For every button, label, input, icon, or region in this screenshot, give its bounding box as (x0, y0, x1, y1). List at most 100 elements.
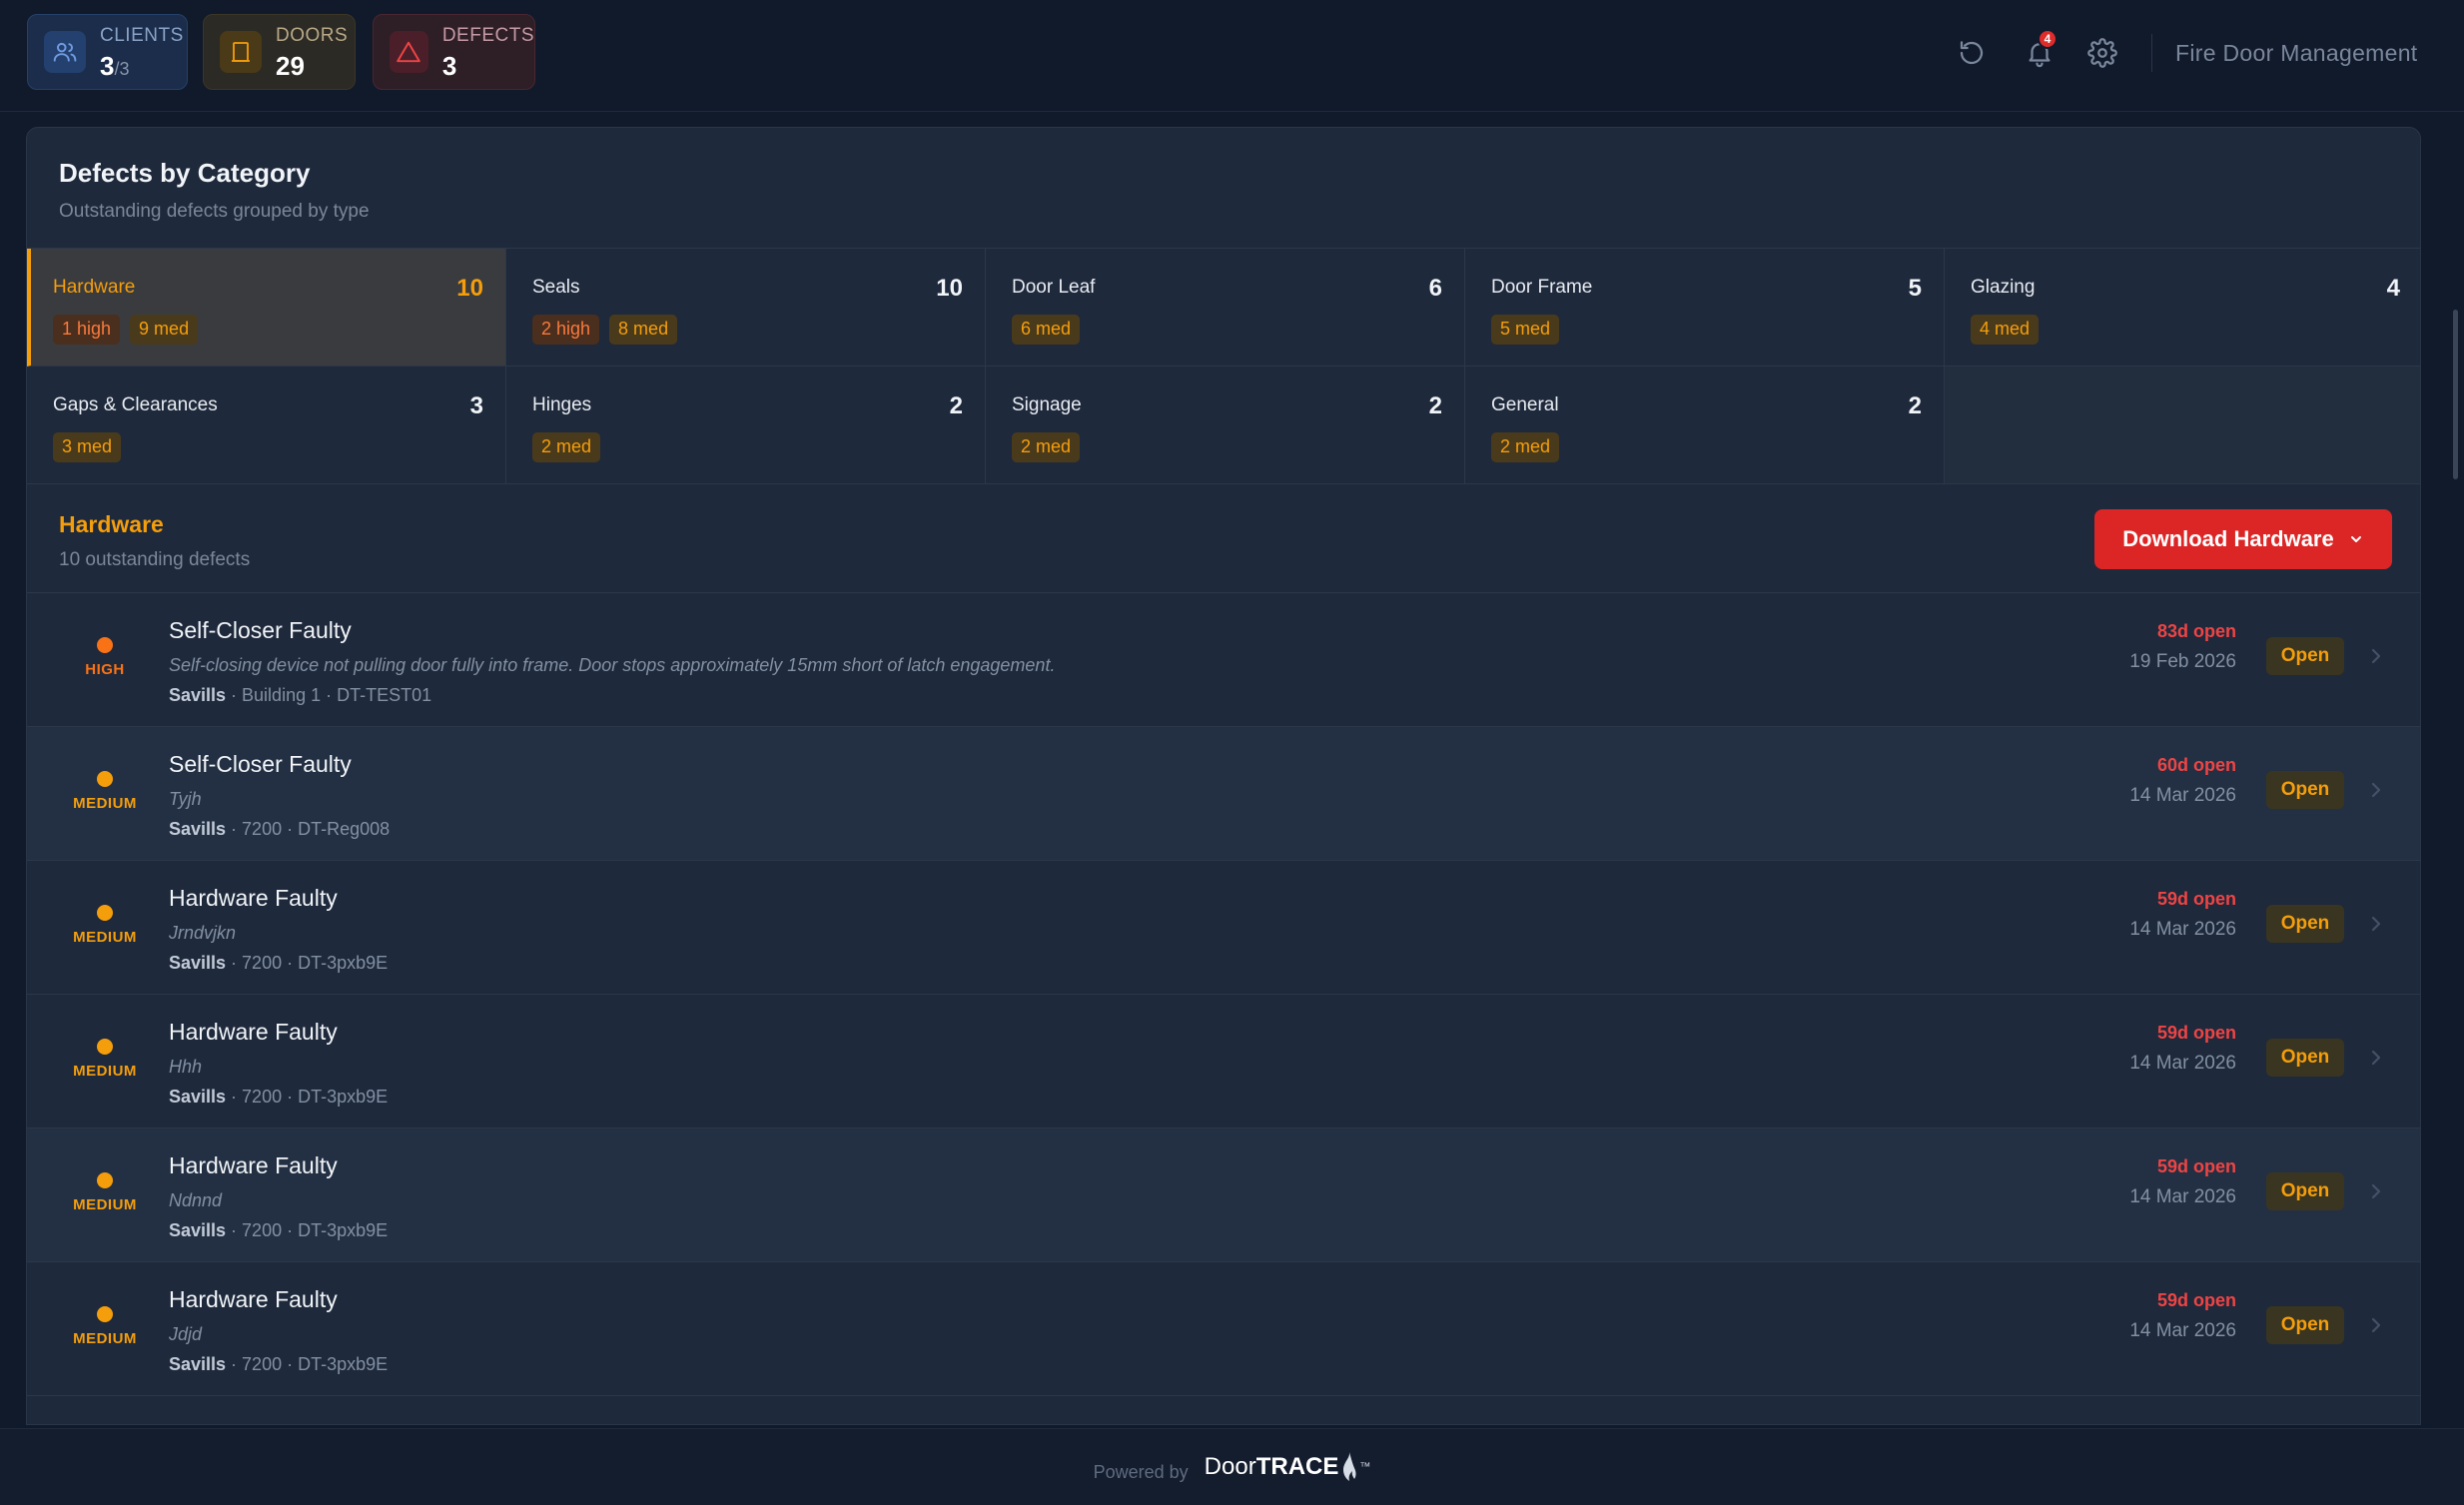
high-count-pill: 2 high (532, 315, 600, 345)
category-general[interactable]: General 2 2 med (1465, 367, 1945, 484)
panel-subtitle: Outstanding defects grouped by type (59, 201, 370, 222)
defect-row[interactable]: MEDIUM Self-Closer Faulty Tyjh Savills ·… (27, 727, 2420, 861)
defect-date: 19 Feb 2026 (2129, 651, 2236, 672)
medium-count-pill: 6 med (1012, 315, 1081, 345)
medium-count-pill: 2 med (1012, 432, 1081, 462)
medium-count-pill: 5 med (1491, 315, 1560, 345)
severity-indicator: MEDIUM (65, 771, 145, 812)
defect-date: 14 Mar 2026 (2129, 785, 2236, 806)
defect-description: Ndnnd (169, 1190, 223, 1210)
clients-stat[interactable]: CLIENTS 3/3 (27, 14, 188, 90)
defect-title: Hardware Faulty (169, 885, 338, 911)
category-count: 2 (1428, 392, 1442, 419)
doortrace-logo: Door TRACE ™ (1205, 1450, 1370, 1484)
status-badge: Open (2266, 1039, 2344, 1077)
section-title: Hardware (59, 511, 164, 537)
category-name: Signage (1012, 394, 1082, 415)
defect-row[interactable]: MEDIUM Hardware Faulty Jdjd Savills · 72… (27, 1262, 2420, 1396)
category-count: 6 (1428, 275, 1442, 302)
category-empty-cell (1945, 367, 2420, 484)
high-count-pill: 1 high (53, 315, 121, 345)
chevron-right-icon[interactable] (2366, 1312, 2386, 1338)
category-seals[interactable]: Seals 10 2 high 8 med (506, 249, 986, 367)
chevron-right-icon[interactable] (2366, 911, 2386, 937)
category-name: Hardware (53, 277, 136, 298)
clients-value: 3/3 (100, 50, 130, 81)
medium-count-pill: 9 med (130, 315, 199, 345)
users-icon (44, 31, 86, 73)
chevron-down-icon (2350, 536, 2361, 542)
category-glazing[interactable]: Glazing 4 4 med (1945, 249, 2420, 367)
defect-age: 60d open (2156, 755, 2236, 775)
category-hardware[interactable]: Hardware 10 1 high 9 med (27, 249, 506, 367)
gear-icon[interactable] (2082, 33, 2122, 73)
doors-label: DOORS (276, 24, 349, 46)
severity-indicator: MEDIUM (65, 1172, 145, 1213)
status-badge: Open (2266, 1172, 2344, 1210)
defect-location: Savills · 7200 · DT-Reg008 (169, 819, 391, 839)
panel-header: Defects by Category Outstanding defects … (59, 158, 370, 223)
category-count: 5 (1908, 275, 1922, 302)
defect-location: Savills · 7200 · DT-3pxb9E (169, 1354, 389, 1374)
defect-title: Hardware Faulty (169, 1019, 338, 1045)
category-hinges[interactable]: Hinges 2 2 med (506, 367, 986, 484)
medium-count-pill: 3 med (53, 432, 122, 462)
medium-count-pill: 4 med (1971, 315, 2040, 345)
app-title: Fire Door Management (2175, 40, 2418, 66)
header-divider (2151, 34, 2152, 72)
panel-title: Defects by Category (59, 158, 311, 188)
defect-description: Hhh (169, 1057, 203, 1077)
defect-row[interactable]: HIGH Self-Closer Faulty Self-closing dev… (27, 593, 2420, 727)
defects-stat[interactable]: DEFECTS 3 (373, 14, 535, 90)
medium-count-pill: 2 med (1491, 432, 1560, 462)
defects-panel: Defects by Category Outstanding defects … (26, 127, 2421, 1425)
category-gaps-clearances[interactable]: Gaps & Clearances 3 3 med (27, 367, 506, 484)
medium-count-pill: 2 med (532, 432, 601, 462)
category-name: Hinges (532, 394, 592, 415)
defect-title: Hardware Faulty (169, 1152, 338, 1178)
refresh-icon[interactable] (1952, 33, 1992, 73)
defect-description: Jrndvjkn (169, 923, 237, 943)
category-name: Door Frame (1491, 277, 1593, 298)
top-bar: CLIENTS 3/3 DOORS 29 DEFECTS 3 4 Fire Do… (0, 0, 2464, 112)
defect-row[interactable]: MEDIUM Hardware Faulty Ndnnd Savills · 7… (27, 1129, 2420, 1262)
doors-value: 29 (276, 50, 305, 81)
category-door-leaf[interactable]: Door Leaf 6 6 med (986, 249, 1465, 367)
chevron-right-icon[interactable] (2366, 1045, 2386, 1071)
category-door-frame[interactable]: Door Frame 5 5 med (1465, 249, 1945, 367)
doors-stat[interactable]: DOORS 29 (203, 14, 356, 90)
medium-count-pill: 8 med (609, 315, 678, 345)
defect-row[interactable]: MEDIUM Hardware Faulty Hhh Savills · 720… (27, 995, 2420, 1129)
bell-icon[interactable]: 4 (2020, 29, 2059, 73)
defect-row[interactable]: MEDIUM Hardware Faulty Jrndvjkn Savills … (27, 861, 2420, 995)
chevron-right-icon[interactable] (2366, 1178, 2386, 1204)
defect-date: 14 Mar 2026 (2129, 1320, 2236, 1341)
category-name: General (1491, 394, 1559, 415)
page-scrollbar[interactable] (2453, 310, 2458, 479)
category-signage[interactable]: Signage 2 2 med (986, 367, 1465, 484)
footer: Powered by Door TRACE ™ (0, 1428, 2464, 1505)
category-grid: Hardware 10 1 high 9 med Seals 10 2 high… (27, 248, 2420, 484)
warning-triangle-icon (390, 31, 428, 73)
defect-date: 14 Mar 2026 (2129, 919, 2236, 940)
defect-description: Self-closing device not pulling door ful… (169, 655, 1056, 675)
category-count: 2 (1908, 392, 1922, 419)
category-count: 10 (456, 275, 483, 302)
defect-title: Self-Closer Faulty (169, 751, 352, 777)
defect-location: Savills · 7200 · DT-3pxb9E (169, 953, 389, 973)
clients-total: /3 (114, 58, 130, 79)
severity-indicator: MEDIUM (65, 1306, 145, 1347)
defect-title: Hardware Faulty (169, 1286, 338, 1312)
chevron-right-icon[interactable] (2366, 777, 2386, 803)
defect-date: 14 Mar 2026 (2129, 1053, 2236, 1074)
defects-label: DEFECTS (441, 24, 534, 46)
chevron-right-icon[interactable] (2366, 643, 2386, 669)
category-name: Door Leaf (1012, 277, 1096, 298)
section-subtitle: 10 outstanding defects (59, 549, 251, 570)
status-badge: Open (2266, 905, 2344, 943)
section-header: Hardware 10 outstanding defects Download… (27, 483, 2420, 593)
defect-location: Savills · 7200 · DT-3pxb9E (169, 1220, 389, 1240)
flame-icon (1343, 1452, 1356, 1481)
download-hardware-button[interactable]: Download Hardware (2094, 509, 2392, 569)
clients-label: CLIENTS (100, 24, 184, 46)
